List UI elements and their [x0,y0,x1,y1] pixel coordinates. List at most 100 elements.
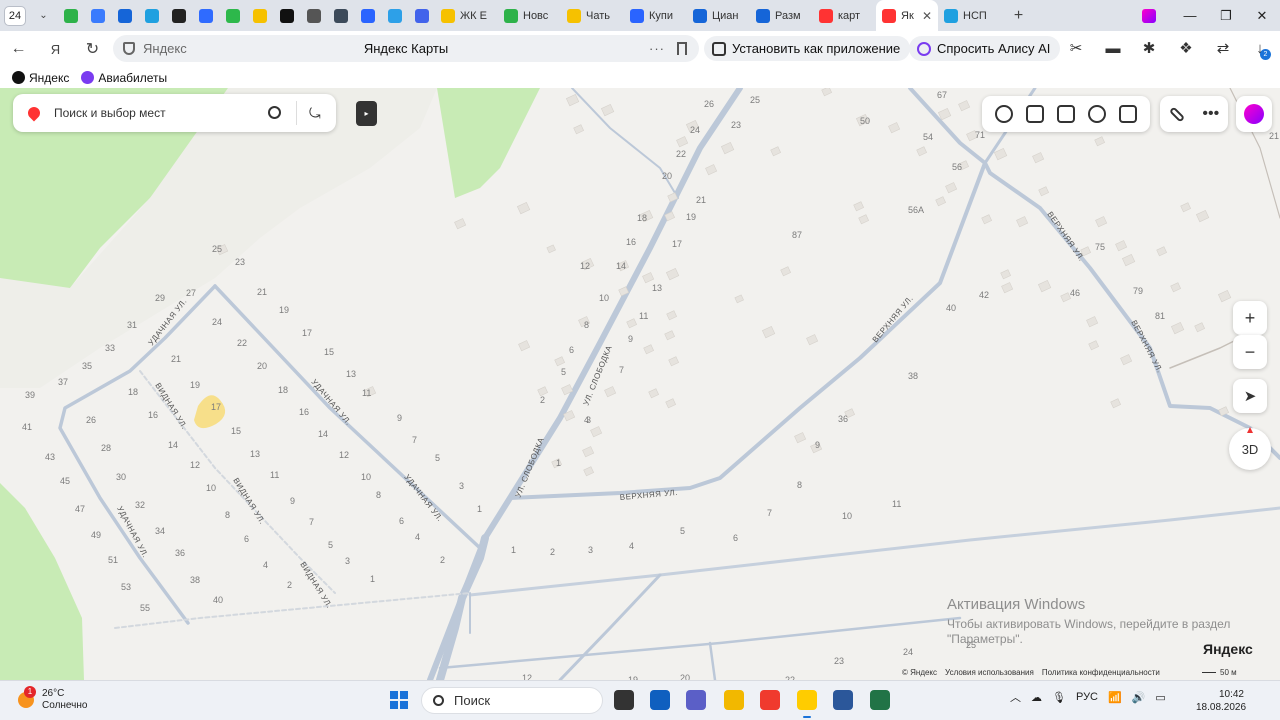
terms-link[interactable]: Условия использования [945,668,1034,677]
tab-favicon-icon [630,8,644,23]
maximize-button[interactable]: ❐ [1208,8,1244,24]
pinned-tab[interactable] [111,0,138,31]
pinned-tab[interactable] [84,0,111,31]
sidebar-icon[interactable]: ▬ [1104,40,1122,58]
taskbar: 1 26°C Солнечно Поиск ︿ ☁ 🎙 РУС 📶 🔊 ▭ 10… [0,680,1280,720]
pinned-tab[interactable] [192,0,219,31]
yandex-home-icon[interactable]: Я [37,42,74,57]
tab-list-chevron-icon[interactable]: ⌄ [30,0,57,31]
word-icon[interactable] [833,690,853,710]
microphone-icon[interactable]: 🎙 [1052,691,1066,704]
alice-icon[interactable] [1135,0,1162,31]
pinned-tab[interactable] [219,0,246,31]
time: 10:42 [1218,689,1244,700]
tray-chevron-icon[interactable]: ︿ [1010,689,1021,705]
browser-tab[interactable]: Циан [687,0,750,31]
battery-icon[interactable]: ▭ [1155,691,1165,704]
wifi-icon[interactable]: 📶 [1108,691,1122,704]
language-indicator[interactable]: РУС [1076,691,1098,703]
yandex-icon[interactable] [760,690,780,710]
camera-icon[interactable] [1056,105,1075,123]
weather-text: Солнечно [42,700,88,711]
transport-icon[interactable] [1088,105,1107,123]
bookmark-icon[interactable] [677,42,687,55]
taskbar-search[interactable]: Поиск [421,687,603,714]
map-search-input[interactable] [54,106,254,120]
bookmark-yandex[interactable]: Яндекс [12,71,69,85]
browser-tab[interactable]: карт [813,0,876,31]
zoom-in-button[interactable]: + [1233,301,1267,335]
reload-icon[interactable]: ↻ [74,39,111,59]
close-window-button[interactable]: ✕ [1244,8,1280,24]
pinned-tab[interactable] [246,0,273,31]
pinned-tab[interactable] [354,0,381,31]
weather-widget[interactable]: 1 26°C Солнечно [18,686,88,712]
layers-icon[interactable] [1119,105,1138,123]
back-arrow-icon[interactable]: ← [0,40,37,58]
privacy-link[interactable]: Политика конфиденциальности [1042,668,1160,677]
ask-alice-button[interactable]: Спросить Алису AI [909,36,1061,61]
start-icon[interactable] [390,691,408,709]
store-icon[interactable] [650,690,670,710]
collapse-panel-button[interactable]: ▸ [356,101,377,126]
activation-title: Активация Windows [947,596,1086,613]
browser-tab[interactable]: Купи [624,0,687,31]
excel-icon[interactable] [870,690,890,710]
browser-tab[interactable]: Разм [750,0,813,31]
omnibox[interactable]: Яндекс Яндекс Карты ··· [113,35,699,62]
avatar-button[interactable] [1236,96,1272,132]
minimize-button[interactable]: — [1172,8,1208,23]
tab-counter[interactable]: 24 [4,5,26,26]
browser-tab[interactable]: Новс [498,0,561,31]
close-tab-icon[interactable]: ✕ [922,9,932,23]
map-layer-icon[interactable] [1025,105,1044,123]
translate-icon[interactable]: ⇄ [1214,40,1232,58]
network-cloud-icon[interactable]: ☁ [1031,691,1042,704]
install-app-button[interactable]: Установить как приложение [704,36,911,61]
3d-button[interactable]: 3D [1229,427,1271,470]
ruler-icon[interactable] [1168,105,1185,123]
extensions-icon[interactable]: ✱ [1140,40,1158,58]
route-icon[interactable]: ⤿ [309,105,323,121]
explorer-icon[interactable] [724,690,744,710]
house-number: 5 [328,540,333,550]
pinned-tab[interactable] [57,0,84,31]
house-number: 7 [619,365,624,375]
browser-tab[interactable]: ЖК Е [435,0,498,31]
building [643,344,655,355]
volume-icon[interactable]: 🔊 [1132,691,1146,704]
building [604,386,617,398]
map-canvas[interactable]: 26 25 24 23 22 20 21 19 18 17 16 14 12 13 10 11 9 8 7 6 5 4 3 2… [0,88,1280,680]
locate-me-icon[interactable]: ➤ [1233,379,1267,413]
panorama-icon[interactable] [994,105,1013,123]
clock[interactable]: 10:42 18.08.2026 [1196,688,1246,714]
task-view-icon[interactable] [614,690,634,710]
pinned-tab[interactable] [327,0,354,31]
downloads-badge: 2 [1260,49,1271,60]
copyright[interactable]: © Яндекс [902,668,937,677]
new-tab-button[interactable]: + [1005,0,1032,31]
pinned-tab[interactable] [165,0,192,31]
page-menu-icon[interactable]: ··· [649,41,665,56]
pinned-tab[interactable] [408,0,435,31]
house-number: 10 [361,472,371,482]
tab-nsp[interactable]: НСП [938,0,1001,31]
teams-icon[interactable] [686,690,706,710]
building [794,432,807,444]
search-icon[interactable] [268,106,281,119]
downloads-icon[interactable]: ↓ 2 [1251,40,1271,60]
pinned-tab[interactable] [273,0,300,31]
building [573,124,585,135]
bookmark-aviabilety[interactable]: Авиабилеты [81,71,167,85]
house-number: 25 [750,95,760,105]
pinned-tab[interactable] [381,0,408,31]
browser-tab[interactable]: Чать [561,0,624,31]
tools-icon[interactable]: ✂ [1067,40,1085,58]
pinned-tab[interactable] [138,0,165,31]
pinned-tab[interactable] [300,0,327,31]
tab-active[interactable]: Як ✕ [876,0,938,31]
more-menu-icon[interactable]: ••• [1202,105,1219,123]
yandex-browser-icon[interactable] [797,690,817,718]
zoom-out-button[interactable]: − [1233,335,1267,369]
collections-icon[interactable]: ❖ [1177,40,1195,58]
